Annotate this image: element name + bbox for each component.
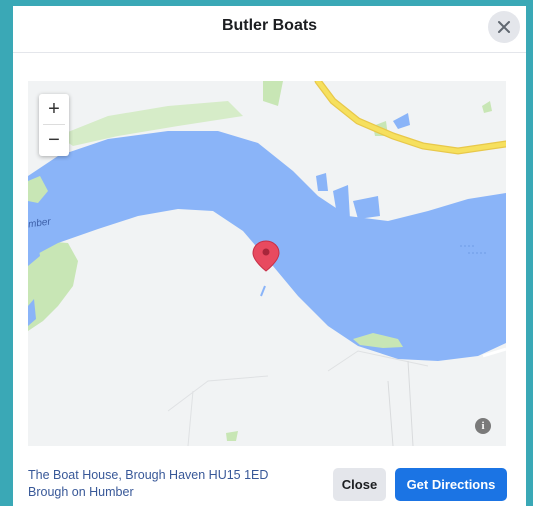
close-icon[interactable] — [488, 11, 520, 43]
address[interactable]: The Boat House, Brough Haven HU15 1ED Br… — [28, 467, 268, 501]
dialog-title: Butler Boats — [221, 17, 318, 34]
close-button[interactable]: Close — [333, 468, 386, 501]
map-view[interactable]: mber + − i — [28, 81, 506, 446]
dialog: Butler Boats mber + − i The Boat House, … — [13, 6, 526, 506]
address-line-1: The Boat House, Brough Haven HU15 1ED — [28, 468, 269, 482]
zoom-in-button[interactable]: + — [39, 94, 69, 124]
address-line-2: Brough on Humber — [28, 485, 134, 499]
zoom-out-button[interactable]: − — [39, 125, 69, 155]
map-canvas — [28, 81, 506, 446]
get-directions-button[interactable]: Get Directions — [395, 468, 507, 501]
info-icon[interactable]: i — [475, 418, 491, 434]
dialog-header: Butler Boats — [13, 6, 526, 53]
zoom-control: + − — [39, 94, 69, 156]
